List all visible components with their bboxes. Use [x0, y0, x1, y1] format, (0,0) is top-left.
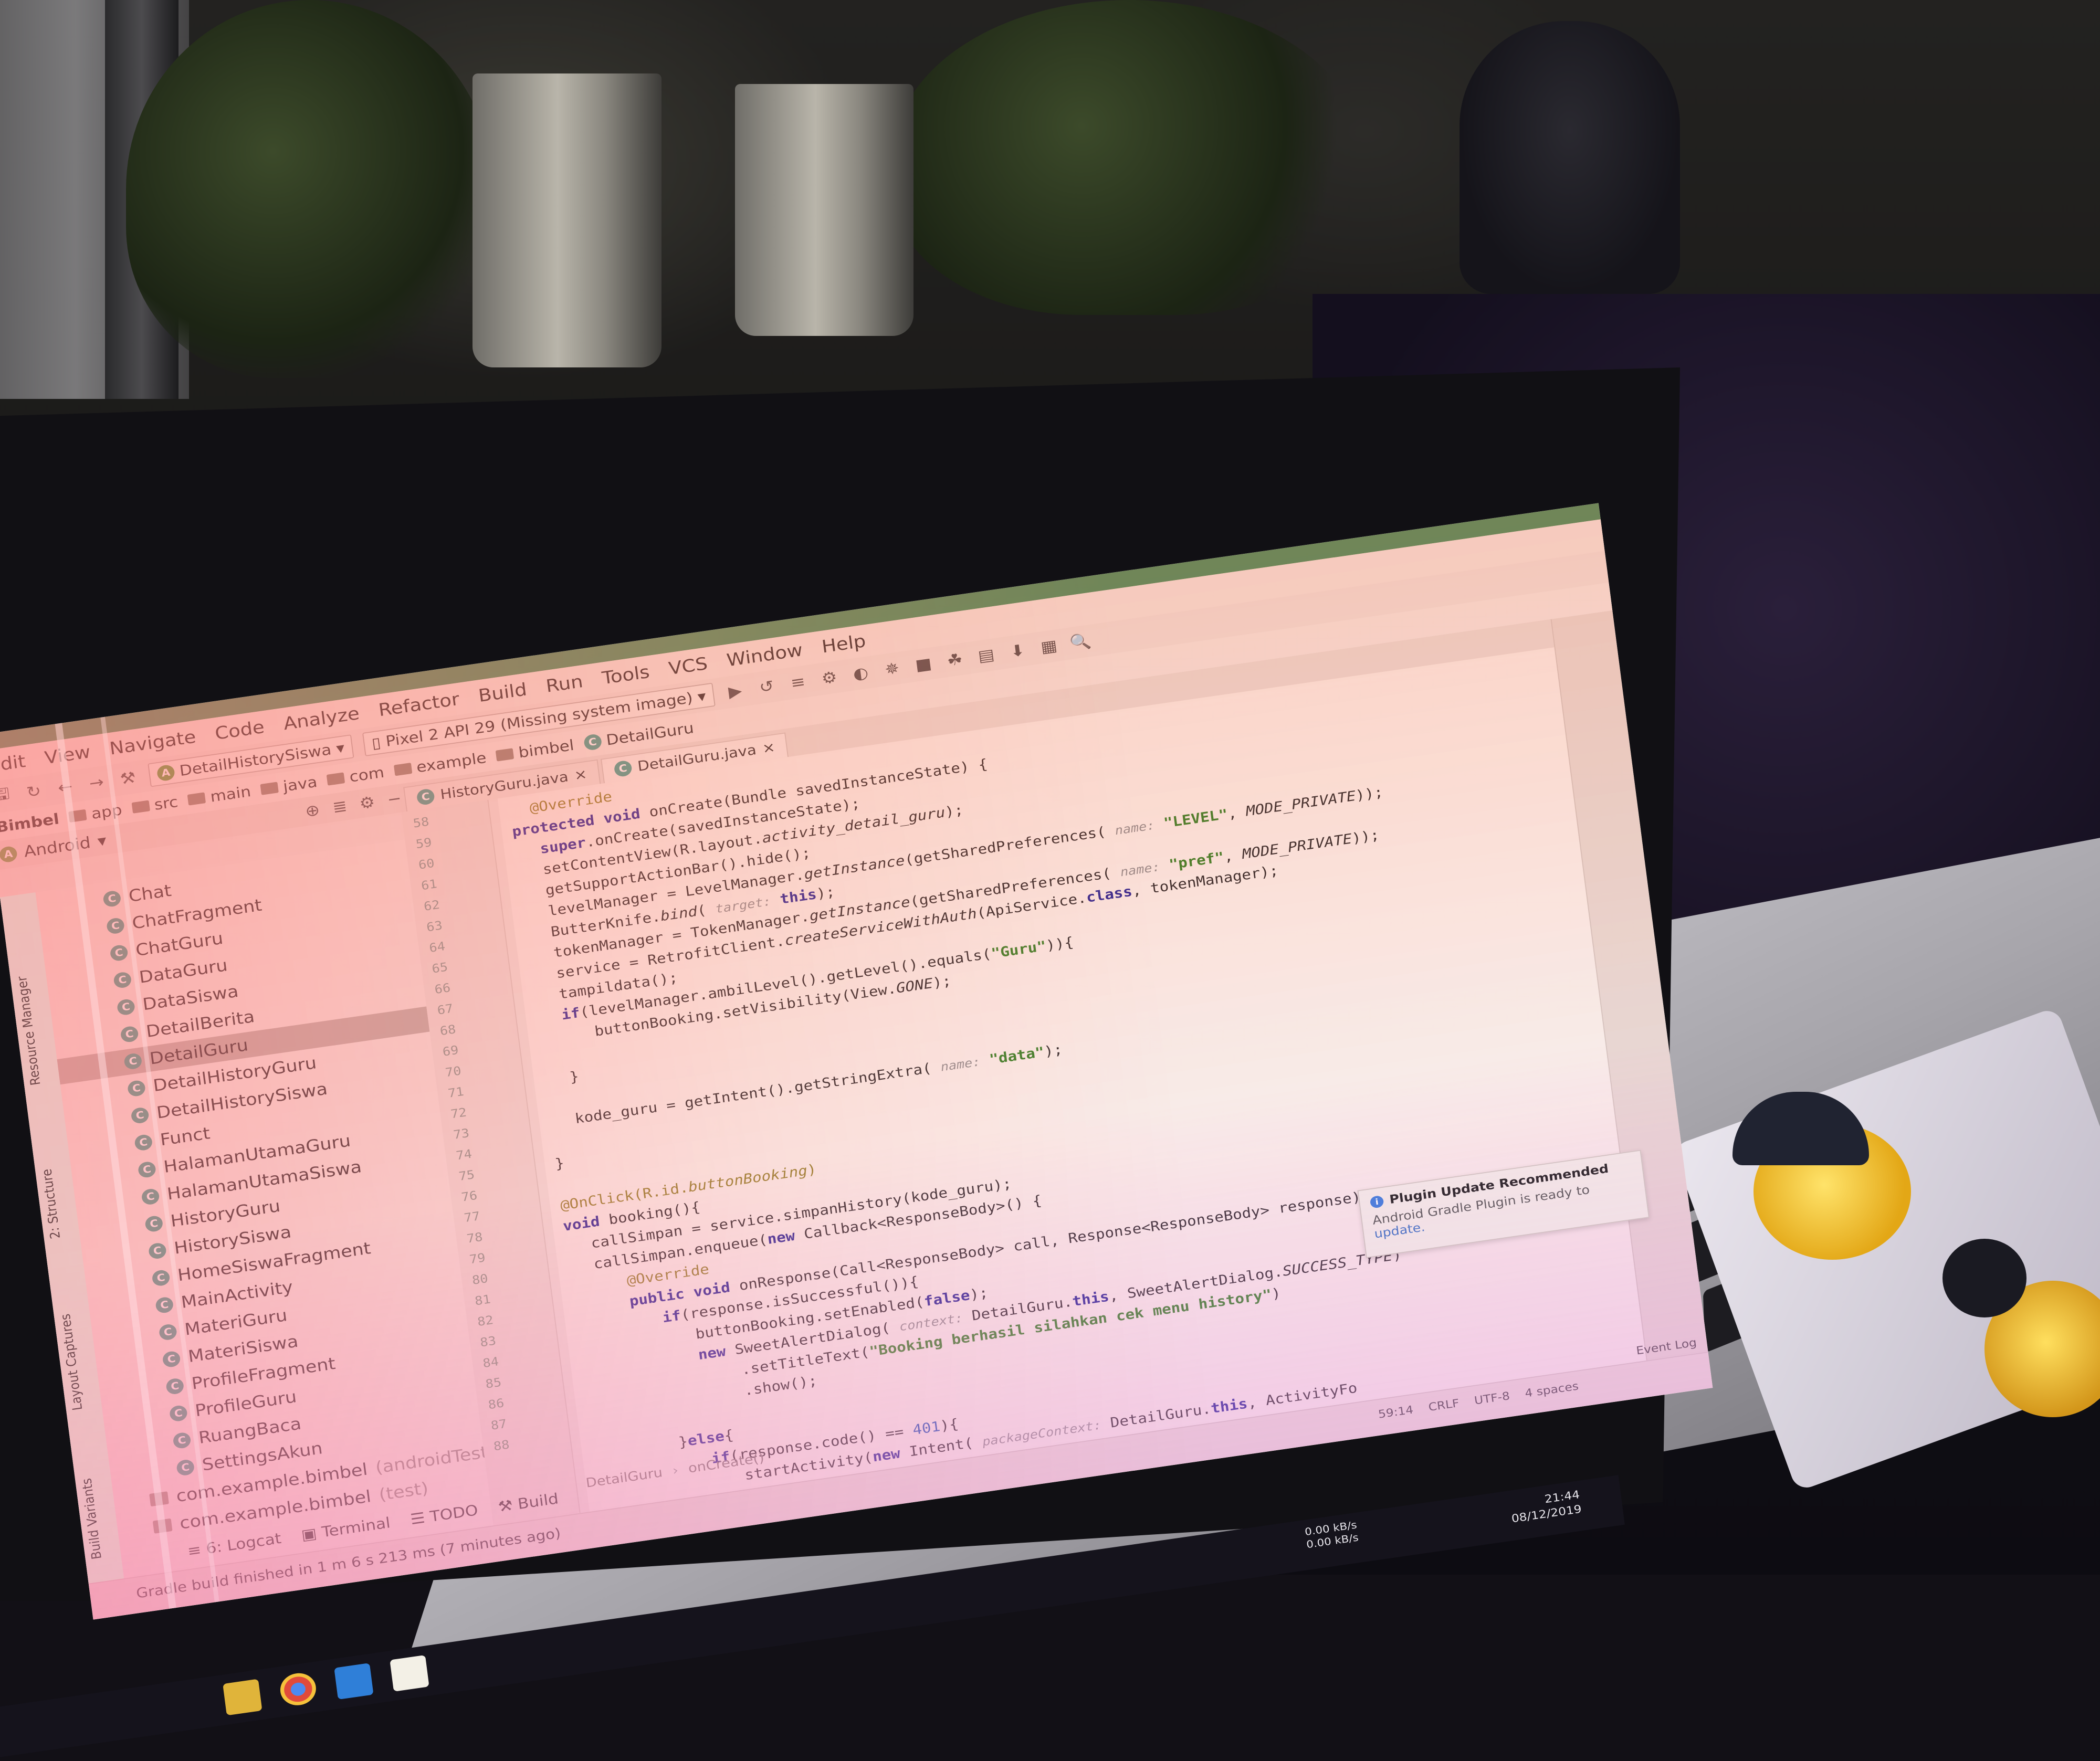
- line-numbers: 58 59 60 61 62 63 64 65 66 67 68 69 70 71 72 73 74 75 76 77…: [402, 800, 581, 1534]
- line-number: 72: [449, 1105, 468, 1122]
- line-number: 77: [463, 1209, 481, 1226]
- line-number: 80: [471, 1271, 489, 1288]
- line-number: 70: [444, 1064, 463, 1080]
- plant-right: [892, 0, 1365, 315]
- line-number: 75: [458, 1168, 476, 1184]
- line-number: 69: [442, 1043, 460, 1059]
- line-number: 66: [434, 981, 452, 997]
- line-number: 59: [415, 836, 433, 852]
- notes-icon[interactable]: [390, 1655, 429, 1692]
- line-number: 79: [468, 1251, 487, 1267]
- plant-left: [126, 0, 494, 378]
- line-number: 74: [455, 1147, 473, 1163]
- line-number: 83: [479, 1334, 497, 1350]
- line-number: 63: [425, 919, 444, 935]
- line-number: 88: [492, 1438, 511, 1454]
- line-number: 71: [447, 1084, 465, 1101]
- line-number: 73: [452, 1126, 470, 1143]
- line-number: 87: [490, 1417, 508, 1433]
- line-number: 85: [485, 1375, 502, 1391]
- line-number: 86: [487, 1396, 505, 1412]
- line-number: 76: [460, 1188, 478, 1205]
- line-number: 61: [420, 877, 438, 893]
- pot-left: [472, 73, 662, 367]
- line-number: 67: [436, 1001, 454, 1018]
- vscode-icon[interactable]: [334, 1663, 374, 1700]
- chrome-icon[interactable]: [278, 1671, 318, 1708]
- line-number: 82: [476, 1313, 495, 1330]
- system-clock[interactable]: 21:44 08/12/2019: [1509, 1487, 1582, 1526]
- person-silhouette: [1460, 21, 1680, 294]
- line-number: 84: [482, 1355, 500, 1371]
- line-number: 68: [439, 1022, 457, 1039]
- toy-mickey-ear: [1942, 1239, 2026, 1317]
- line-number: 62: [423, 898, 441, 914]
- network-speed: 0.00 kB/s 0.00 kB/s: [1304, 1519, 1359, 1552]
- line-number: 64: [428, 939, 446, 956]
- file-explorer-icon[interactable]: [223, 1679, 262, 1716]
- line-number: 81: [474, 1292, 492, 1309]
- line-number: 65: [431, 960, 449, 976]
- line-number: 58: [412, 815, 430, 831]
- pot-right: [735, 84, 914, 336]
- line-number: 78: [466, 1230, 484, 1246]
- line-number: 60: [417, 856, 436, 872]
